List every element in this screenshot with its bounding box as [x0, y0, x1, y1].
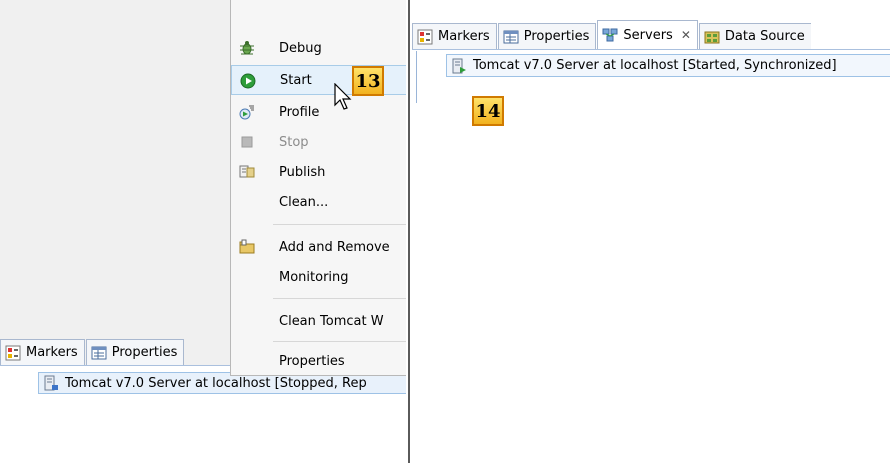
start-icon	[240, 73, 256, 89]
server-row-label: Tomcat v7.0 Server at localhost [Stopped…	[65, 375, 367, 391]
menu-separator	[273, 224, 406, 225]
server-row-label: Tomcat v7.0 Server at localhost [Started…	[473, 58, 837, 73]
properties-icon	[503, 29, 519, 45]
servers-icon	[602, 27, 618, 43]
menu-item-add-remove[interactable]: Add and Remove	[231, 232, 406, 262]
tab-label: Properties	[111, 345, 178, 360]
tab-data-source[interactable]: Data Source	[698, 23, 811, 49]
add-remove-icon	[239, 239, 255, 255]
close-icon[interactable]: ✕	[681, 28, 691, 42]
tab-label: Data Source	[724, 29, 805, 44]
menu-item-publish[interactable]: Publish	[231, 157, 406, 187]
menu-item-label: Debug	[279, 40, 322, 56]
menu-item-label: Add and Remove	[279, 239, 390, 255]
tab-servers[interactable]: Servers ✕	[597, 20, 698, 49]
menu-item-label: Publish	[279, 164, 326, 180]
stop-icon	[239, 134, 255, 150]
debug-icon	[239, 40, 255, 56]
publish-icon	[239, 164, 255, 180]
menu-item-debug[interactable]: Debug	[231, 33, 406, 63]
tab-label: Servers	[623, 27, 673, 43]
menu-separator	[273, 341, 406, 342]
editor-area	[0, 0, 232, 336]
right-panel: Markers Properties Servers ✕ Data Source	[412, 0, 890, 463]
tab-label: Properties	[523, 29, 590, 44]
tab-label: Markers	[438, 29, 490, 44]
menu-item-profile[interactable]: Profile	[231, 97, 406, 127]
menu-item-label: Profile	[279, 104, 320, 120]
server-row-started[interactable]: Tomcat v7.0 Server at localhost [Started…	[446, 54, 890, 77]
data-source-icon	[704, 29, 720, 45]
server-started-icon	[451, 58, 467, 74]
menu-item-properties[interactable]: Properties	[231, 346, 406, 376]
tab-markers[interactable]: Markers	[412, 23, 497, 49]
menu-item-clean-tomcat[interactable]: Clean Tomcat W	[231, 306, 406, 336]
step-badge-13: 13	[352, 66, 384, 96]
mouse-cursor-icon	[334, 83, 352, 110]
server-context-menu: Debug Start Profile Stop Publish Clean..…	[230, 0, 406, 376]
menu-item-monitoring[interactable]: Monitoring	[231, 262, 406, 292]
server-stopped-icon	[43, 375, 59, 391]
markers-icon	[417, 29, 433, 45]
profile-icon	[239, 104, 255, 120]
tab-markers[interactable]: Markers	[0, 339, 85, 365]
left-view-tabbar: Markers Properties	[0, 336, 232, 366]
menu-item-label: Stop	[279, 134, 309, 150]
tab-label: Markers	[26, 345, 78, 360]
menu-item-label: Monitoring	[279, 269, 349, 285]
menu-item-label: Start	[280, 72, 312, 88]
tab-properties[interactable]: Properties	[497, 23, 597, 49]
menu-item-label: Clean...	[279, 194, 329, 210]
tab-properties[interactable]: Properties	[85, 339, 185, 365]
left-panel: Markers Properties Tomcat v7.0 Server at…	[0, 0, 406, 463]
menu-item-clean[interactable]: Clean...	[231, 187, 406, 217]
view-border	[416, 51, 417, 103]
menu-item-stop[interactable]: Stop	[231, 127, 406, 157]
step-badge-14: 14	[472, 96, 504, 126]
properties-icon	[91, 345, 107, 361]
markers-icon	[5, 345, 21, 361]
menu-separator	[273, 298, 406, 299]
panel-divider	[408, 0, 410, 463]
menu-item-label: Properties	[279, 353, 345, 369]
menu-item-label: Clean Tomcat W	[279, 313, 384, 329]
right-view-tabbar: Markers Properties Servers ✕ Data Source	[412, 20, 890, 50]
